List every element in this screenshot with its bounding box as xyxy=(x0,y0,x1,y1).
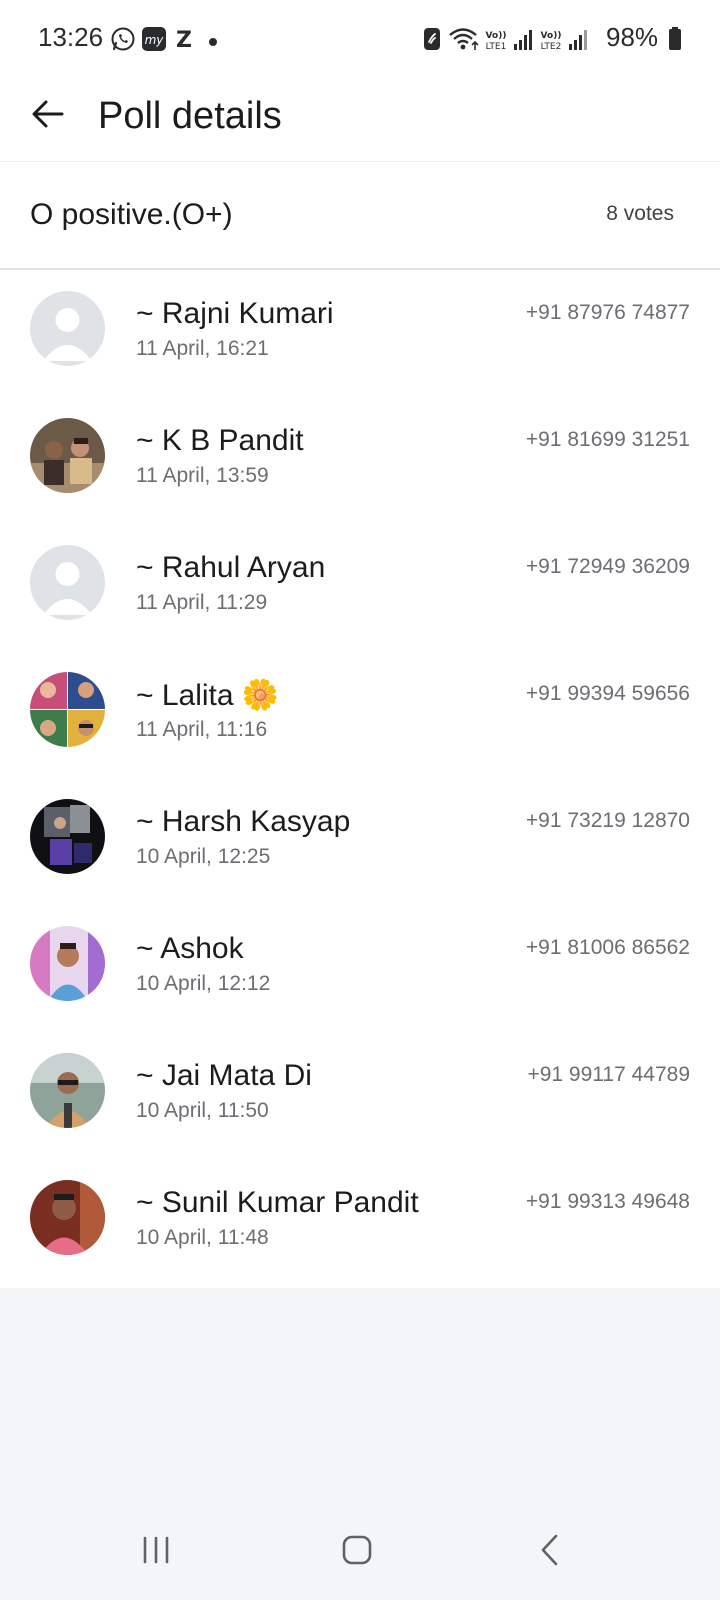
vote-time: 10 April, 12:25 xyxy=(136,845,271,868)
vote-time: 11 April, 16:21 xyxy=(136,337,269,360)
vote-time: 10 April, 12:12 xyxy=(136,972,271,995)
voter-name: ~ Jai Mata Di xyxy=(136,1059,312,1092)
voter-row[interactable]: ~ Harsh Kasyap 10 April, 12:25 +91 73219… xyxy=(0,778,720,905)
default-avatar-icon[interactable] xyxy=(30,291,105,366)
user-photo-avatar[interactable] xyxy=(30,1180,105,1255)
voter-name: ~ Rajni Kumari xyxy=(136,297,334,330)
svg-text:Z: Z xyxy=(176,28,192,52)
voter-row[interactable]: ~ Jai Mata Di 10 April, 11:50 +91 99117 … xyxy=(0,1032,720,1159)
battery-icon xyxy=(668,26,682,57)
voter-phone: +91 72949 36209 xyxy=(525,555,690,578)
recents-icon xyxy=(138,1532,174,1573)
voter-row[interactable]: ~ K B Pandit 11 April, 13:59 +91 81699 3… xyxy=(0,397,720,524)
voter-row[interactable]: ~ Lalita 🌼 11 April, 11:16 +91 99394 596… xyxy=(0,651,720,778)
signal-icon xyxy=(567,26,589,57)
voter-name: ~ Sunil Kumar Pandit xyxy=(136,1186,419,1219)
voter-name: ~ Rahul Aryan xyxy=(136,551,326,584)
volte-lte1-icon: Vo)) LTE1 xyxy=(481,28,511,57)
wifi-icon xyxy=(448,26,480,57)
nfc-icon xyxy=(422,26,442,57)
svg-text:my: my xyxy=(145,33,165,47)
whatsapp-icon xyxy=(110,26,136,57)
voter-row[interactable]: ~ Sunil Kumar Pandit 10 April, 11:48 +91… xyxy=(0,1159,720,1286)
svg-text:Vo)): Vo)) xyxy=(486,31,507,41)
user-photo-avatar[interactable] xyxy=(30,672,105,747)
home-button[interactable] xyxy=(327,1522,387,1582)
myjio-icon: my xyxy=(141,26,167,57)
poll-option-header: O positive.(O+) 8 votes xyxy=(0,162,720,270)
voter-phone: +91 73219 12870 xyxy=(525,809,690,832)
voter-row[interactable]: ~ Rahul Aryan 11 April, 11:29 +91 72949 … xyxy=(0,524,720,651)
svg-text:LTE1: LTE1 xyxy=(486,42,507,52)
nav-back-button[interactable] xyxy=(520,1522,580,1582)
svg-text:Vo)): Vo)) xyxy=(541,31,562,41)
status-time: 13:26 xyxy=(38,22,104,52)
voter-phone: +91 81006 86562 xyxy=(525,936,690,959)
user-photo-avatar[interactable] xyxy=(30,418,105,493)
home-icon xyxy=(339,1532,375,1573)
status-bar: 13:26 my Z Vo)) LTE1 Vo)) LTE2 98% xyxy=(0,0,720,80)
back-button[interactable] xyxy=(22,90,74,142)
voter-list: ~ Rajni Kumari 11 April, 16:21 +91 87976… xyxy=(0,270,720,1288)
dot-icon xyxy=(208,34,218,52)
arrow-left-icon xyxy=(30,96,66,137)
user-photo-avatar[interactable] xyxy=(30,799,105,874)
default-avatar-icon[interactable] xyxy=(30,545,105,620)
voter-row[interactable]: ~ Ashok 10 April, 12:12 +91 81006 86562 xyxy=(0,905,720,1032)
voter-phone: +91 99313 49648 xyxy=(525,1190,690,1213)
vote-count: 8 votes xyxy=(606,202,674,225)
voter-name: ~ K B Pandit xyxy=(136,424,304,457)
signal-icon xyxy=(512,26,534,57)
vote-time: 11 April, 11:16 xyxy=(136,718,268,741)
poll-option-title: O positive.(O+) xyxy=(30,198,233,231)
voter-phone: +91 87976 74877 xyxy=(525,301,690,324)
voter-name: ~ Ashok xyxy=(136,932,244,965)
page-title: Poll details xyxy=(98,95,282,137)
voter-phone: +91 81699 31251 xyxy=(525,428,690,451)
recents-button[interactable] xyxy=(126,1522,186,1582)
user-photo-avatar[interactable] xyxy=(30,1053,105,1128)
battery-percent: 98% xyxy=(606,22,659,52)
voter-name: ~ Lalita 🌼 xyxy=(136,679,280,712)
volte-lte2-icon: Vo)) LTE2 xyxy=(536,28,566,57)
voter-phone: +91 99117 44789 xyxy=(527,1063,690,1086)
voter-row[interactable]: ~ Rajni Kumari 11 April, 16:21 +91 87976… xyxy=(0,270,720,397)
vote-time: 11 April, 13:59 xyxy=(136,464,269,487)
vote-time: 10 April, 11:48 xyxy=(136,1226,269,1249)
vote-time: 10 April, 11:50 xyxy=(136,1099,269,1122)
user-photo-avatar[interactable] xyxy=(30,926,105,1001)
back-chevron-icon xyxy=(532,1532,568,1573)
vote-time: 11 April, 11:29 xyxy=(136,591,268,614)
z-icon: Z xyxy=(173,26,195,57)
svg-text:LTE2: LTE2 xyxy=(541,42,562,52)
app-bar: Poll details xyxy=(0,80,720,162)
voter-phone: +91 99394 59656 xyxy=(525,682,690,705)
system-nav-bar xyxy=(0,1500,720,1600)
voter-name: ~ Harsh Kasyap xyxy=(136,805,351,838)
